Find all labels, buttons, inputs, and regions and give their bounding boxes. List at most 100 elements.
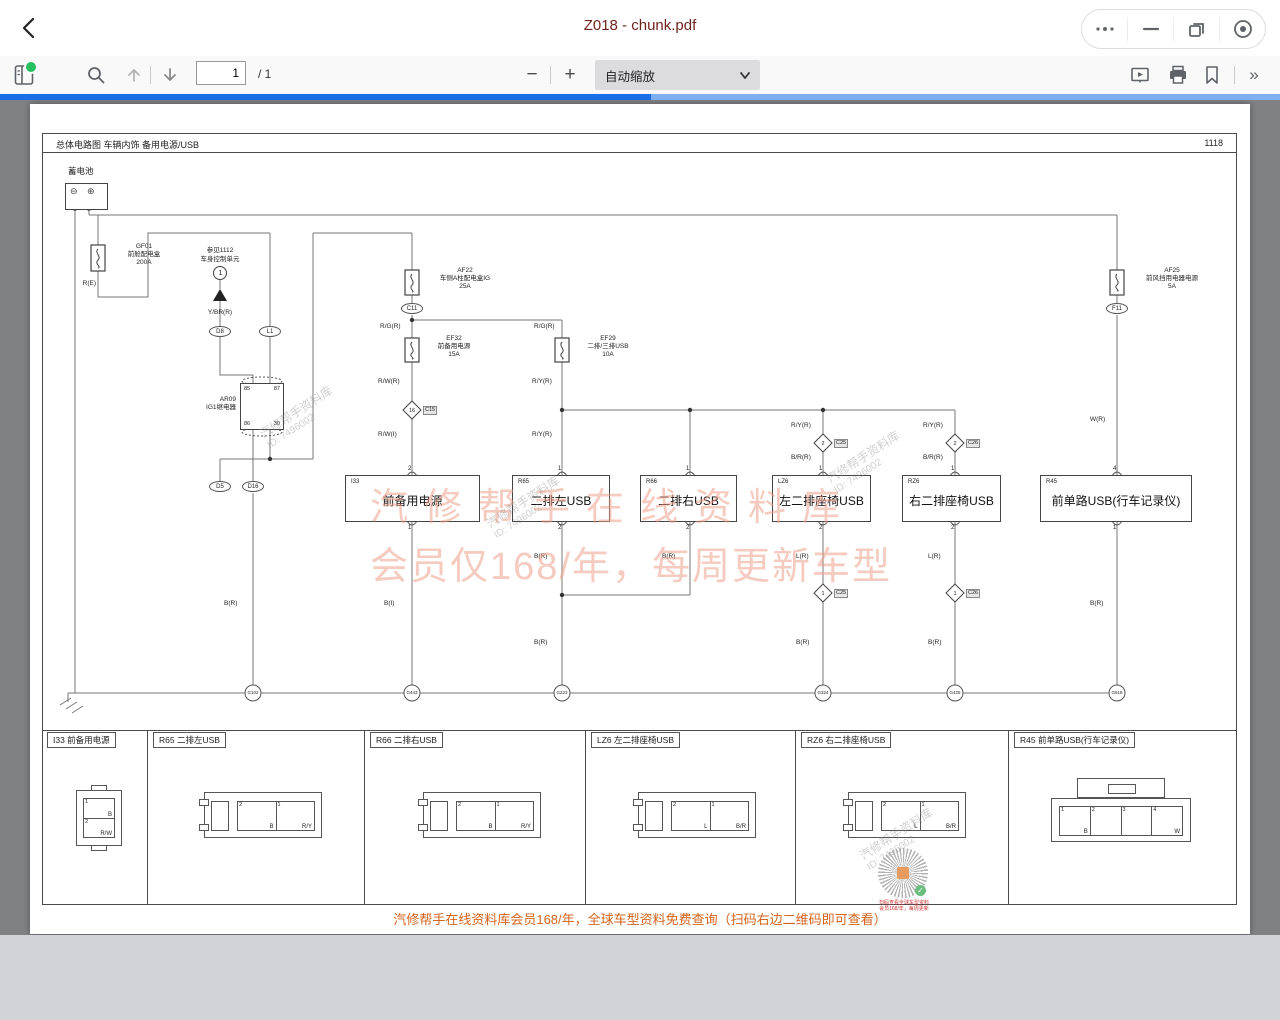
bcm-reference-line1: 参见1112 xyxy=(180,247,260,255)
screen: Z018 - chunk.pdf xyxy=(0,0,1280,1020)
connector-l1: L1 xyxy=(259,326,281,337)
panel-section-title: R45 前单路USB(行车记录仪) xyxy=(1014,732,1135,748)
page-total-label: / 1 xyxy=(258,67,271,81)
wire-label: Y/BR(R) xyxy=(194,309,246,317)
diamond-num: 2 xyxy=(947,440,963,448)
zoom-mode-label: 自动缩放 xyxy=(605,66,738,85)
presentation-mode-button[interactable] xyxy=(1128,63,1152,87)
panel-section-r45: R45 前单路USB(行车记录仪) 1B 2 3 4W xyxy=(1008,730,1237,905)
diagram-page-number: 1118 xyxy=(1204,138,1223,148)
component-r65: R65 二排左USB xyxy=(512,475,610,522)
connector-drawing-lz6: 2L 1B/R xyxy=(638,792,756,838)
wire-label: R(E) xyxy=(74,280,96,288)
wire-label: B(R) xyxy=(1090,600,1103,608)
ground-point: G102 xyxy=(243,690,263,696)
relay-name: IG1继电器 xyxy=(180,404,236,412)
battery-minus-terminal: ⊖ xyxy=(70,186,78,196)
pin-number: 1 xyxy=(819,466,822,472)
wire-label: R/Y(R) xyxy=(923,422,943,430)
wire-label: L(R) xyxy=(796,553,809,561)
diamond-tag-c15: C15 xyxy=(423,406,437,415)
connector-c11: C11 xyxy=(401,303,423,314)
component-lz6: LZ6 左二排座椅USB xyxy=(772,475,871,522)
connector-drawing-r66: 2B 1R/Y xyxy=(423,792,541,838)
ground-point: G443 xyxy=(402,690,422,696)
toolbar-separator xyxy=(1234,66,1235,84)
wire-label: W(R) xyxy=(1090,416,1105,424)
battery-plus-terminal: ⊕ xyxy=(87,186,95,196)
zoom-in-button[interactable]: + xyxy=(558,63,582,87)
fuse-af25-label: AF25 前风挡用电器电源 5A xyxy=(1127,267,1217,291)
close-button[interactable] xyxy=(1220,17,1265,41)
bookmark-button[interactable] xyxy=(1200,63,1224,87)
diamond-tag-c26: C26 xyxy=(966,439,980,448)
print-button[interactable] xyxy=(1166,63,1190,87)
pin-number: 1 xyxy=(686,466,689,472)
printer-icon xyxy=(1168,65,1188,85)
wire-label: R/Y(R) xyxy=(791,422,811,430)
viewport-end-area xyxy=(0,935,1280,1020)
connector-drawing-r45: 1B 2 3 4W xyxy=(1051,778,1191,844)
more-dots-icon xyxy=(1094,18,1116,40)
wire-label: B(R) xyxy=(534,553,547,561)
pdf-page: 总体电路图 车辆内饰 备用电源/USB 1118 xyxy=(30,104,1250,934)
double-chevron-icon: » xyxy=(1249,65,1258,85)
connector-d8: D8 xyxy=(209,326,231,337)
arrow-down-icon xyxy=(161,66,179,84)
wire-label: R/W(R) xyxy=(378,378,400,386)
wire-label: B(R) xyxy=(224,600,237,608)
pdf-toolbar: / 1 − + 自动缩放 » xyxy=(0,56,1280,94)
fuse-ef32-label: EF32 前备用电源 15A xyxy=(422,335,486,359)
more-tools-button[interactable]: » xyxy=(1242,63,1266,87)
ground-point: G223 xyxy=(552,690,572,696)
browser-titlebar: Z018 - chunk.pdf xyxy=(0,0,1280,56)
window-controls xyxy=(1081,9,1266,49)
connector-f11: F11 xyxy=(1106,303,1128,314)
panel-section-r65: R65 二排左USB 2B 1R/Y xyxy=(147,730,364,905)
panel-section-lz6: LZ6 左二排座椅USB 2L 1B/R xyxy=(585,730,795,905)
wire-label: B(R) xyxy=(796,639,809,647)
pin-number: 2 xyxy=(558,525,561,531)
restore-button[interactable] xyxy=(1174,17,1220,41)
diamond-tag-c26-lower: C26 xyxy=(966,589,980,598)
record-circle-icon xyxy=(1232,18,1254,40)
zoom-mode-dropdown[interactable]: 自动缩放 xyxy=(595,60,760,90)
panel-section-i33: I33 前备用电源 1 B 2 R/W xyxy=(42,730,147,905)
bookmark-icon xyxy=(1203,65,1221,85)
qr-check-badge: ✓ xyxy=(915,885,926,896)
wire-label: R/G(R) xyxy=(380,323,401,331)
membership-notice: 汽修帮手在线资料库会员168/年，全球车型资料免费查询（扫码右边二维码即可查看） xyxy=(30,909,1250,928)
wire-label: L(R) xyxy=(928,553,941,561)
wire-label: R/W(I) xyxy=(378,431,397,439)
connector-drawing-rz6: 2L 1B/R xyxy=(848,792,966,838)
connector-d16: D16 xyxy=(242,481,264,492)
next-page-button[interactable] xyxy=(158,63,182,87)
minimize-icon xyxy=(1140,18,1162,40)
minimize-button[interactable] xyxy=(1128,17,1174,41)
arrow-up-icon xyxy=(125,66,143,84)
ground-point: G324 xyxy=(813,690,833,696)
relay-ar09: 85 87 86 30 xyxy=(240,383,284,430)
component-rz6: RZ6 右二排座椅USB xyxy=(902,475,1001,522)
pdf-loading-progress xyxy=(0,94,651,100)
zoom-out-button[interactable]: − xyxy=(520,63,544,87)
page-number-input[interactable] xyxy=(196,61,246,85)
presentation-icon xyxy=(1130,65,1150,85)
search-button[interactable] xyxy=(84,63,108,87)
diagram-title: 总体电路图 车辆内饰 备用电源/USB xyxy=(56,138,199,151)
wire-label: B(R) xyxy=(534,639,547,647)
connector-drawing-i33: 1 B 2 R/W xyxy=(76,790,122,846)
diamond-tag-c25-lower: C25 xyxy=(834,589,848,598)
diamond-num: 1 xyxy=(815,590,831,598)
bcm-pin-number: 1 xyxy=(214,270,227,278)
previous-page-button[interactable] xyxy=(122,63,146,87)
wire-label: B/R(R) xyxy=(923,454,943,462)
more-options-button[interactable] xyxy=(1082,17,1128,41)
sidebar-notification-dot xyxy=(24,60,38,74)
toolbar-separator xyxy=(150,66,151,84)
wire-label: B/R(R) xyxy=(791,454,811,462)
panel-section-title: RZ6 右二排座椅USB xyxy=(801,732,891,748)
wire-label: R/Y(R) xyxy=(532,431,552,439)
toolbar-separator xyxy=(550,66,551,84)
diamond-num: 16 xyxy=(404,407,420,415)
